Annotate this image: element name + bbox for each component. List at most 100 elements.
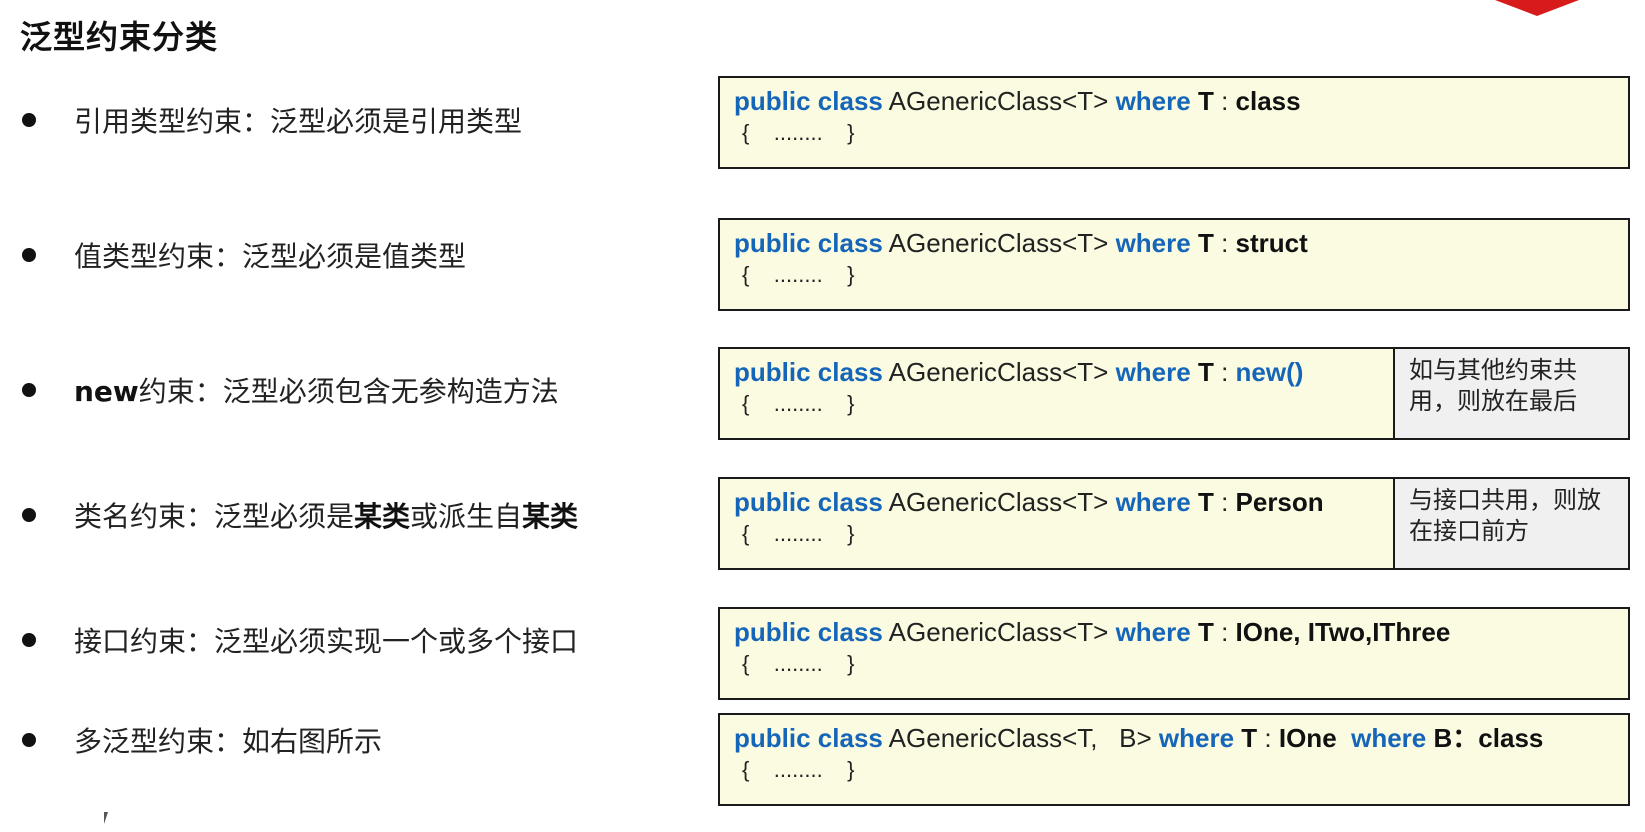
keyword: where	[1115, 487, 1191, 517]
keyword: class	[817, 357, 883, 387]
code-body: { ........ }	[742, 651, 855, 676]
bullet-reference-type: 引用类型约束：泛型必须是引用类型	[22, 100, 522, 140]
bullet-dot-icon	[22, 383, 36, 397]
code-declaration: public class AGenericClass<T> where T : …	[734, 485, 1393, 519]
code-box-interface-constraint: public class AGenericClass<T> where T : …	[718, 607, 1630, 700]
bullet-text: 类名约束：泛型必须是某类或派生自某类	[74, 495, 578, 535]
bullet-text-bold: 某类	[522, 500, 579, 533]
code-body: { ........ }	[742, 521, 855, 546]
colon: :	[1213, 617, 1236, 647]
keyword: where	[1351, 723, 1427, 753]
colon: :	[1213, 228, 1236, 258]
bullet-text-part: 类名约束：泛型必须是	[74, 500, 355, 533]
code-content: public class AGenericClass<T, B> where T…	[720, 715, 1628, 804]
code-box-class-constraint: public class AGenericClass<T> where T : …	[718, 76, 1630, 169]
keyword: where	[1115, 617, 1191, 647]
slide-title: 泛型约束分类	[20, 18, 219, 56]
bullet-dot-icon	[22, 633, 36, 647]
keyword: public	[734, 487, 811, 517]
bullet-text: 值类型约束：泛型必须是值类型	[74, 235, 466, 275]
code-box-classname-constraint: public class AGenericClass<T> where T : …	[718, 477, 1630, 570]
code-content: public class AGenericClass<T> where T : …	[720, 78, 1628, 167]
code-declaration: public class AGenericClass<T> where T : …	[734, 84, 1628, 118]
keyword: public	[734, 357, 811, 387]
keyword: class	[817, 617, 883, 647]
colon: ：	[1452, 723, 1479, 753]
code-box-multi-constraint: public class AGenericClass<T, B> where T…	[718, 713, 1630, 806]
keyword: where	[1115, 357, 1191, 387]
code-content: public class AGenericClass<T> where T : …	[720, 609, 1628, 698]
constraint: struct	[1235, 228, 1308, 258]
bullet-class-name: 类名约束：泛型必须是某类或派生自某类	[22, 495, 578, 535]
keyword: where	[1158, 723, 1235, 753]
bullet-text: new约束：泛型必须包含无参构造方法	[74, 370, 559, 410]
note-new-constraint: 如与其他约束共用，则放在最后	[1393, 349, 1628, 438]
constraint: IOne	[1278, 723, 1337, 753]
colon: :	[1213, 86, 1236, 116]
bullet-interface: 接口约束：泛型必须实现一个或多个接口	[22, 620, 578, 660]
colon: :	[1213, 357, 1236, 387]
code-declaration: public class AGenericClass<T, B> where T…	[734, 721, 1628, 755]
constraint: class	[1478, 723, 1544, 753]
bullet-text-bold: new	[74, 375, 139, 408]
keyword: public	[734, 723, 811, 753]
keyword: where	[1115, 86, 1191, 116]
bullet-text-part: 或派生自	[410, 500, 523, 533]
code-body: { ........ }	[742, 120, 855, 145]
bullet-new-constraint: new约束：泛型必须包含无参构造方法	[22, 370, 559, 410]
bullet-multi-generic: 多泛型约束：如右图所示	[22, 720, 382, 760]
bullet-text-part: 引用类型约束：泛型必须是引用类型	[74, 105, 523, 138]
keyword: class	[817, 723, 883, 753]
type-param: T	[1197, 617, 1214, 647]
code-declaration: public class AGenericClass<T> where T : …	[734, 615, 1628, 649]
bullet-text-part: 接口约束：泛型必须实现一个或多个接口	[74, 625, 579, 658]
code-box-struct-constraint: public class AGenericClass<T> where T : …	[718, 218, 1630, 311]
keyword: public	[734, 228, 811, 258]
note-classname-constraint: 与接口共用，则放在接口前方	[1393, 479, 1628, 568]
keyword: public	[734, 617, 811, 647]
type-param: T	[1241, 723, 1258, 753]
bullet-text: 多泛型约束：如右图所示	[74, 720, 382, 760]
bullet-text-bold: 某类	[354, 500, 411, 533]
keyword: class	[817, 86, 883, 116]
code-body: { ........ }	[742, 391, 855, 416]
type-param: T	[1197, 357, 1214, 387]
code-body: { ........ }	[742, 757, 855, 782]
corner-decoration	[1495, 0, 1579, 16]
class-name: AGenericClass<T>	[888, 228, 1109, 258]
constraint: IOne, ITwo,IThree	[1235, 617, 1451, 647]
bullet-text: 接口约束：泛型必须实现一个或多个接口	[74, 620, 578, 660]
bullet-text-part: 值类型约束：泛型必须是值类型	[74, 240, 467, 273]
mouse-cursor-icon	[104, 812, 108, 824]
code-content: public class AGenericClass<T> where T : …	[720, 349, 1393, 438]
code-box-new-constraint: public class AGenericClass<T> where T : …	[718, 347, 1630, 440]
keyword: public	[734, 86, 811, 116]
bullet-text-part: 约束：泛型必须包含无参构造方法	[138, 375, 559, 408]
colon: :	[1257, 723, 1279, 753]
constraint: class	[1235, 86, 1301, 116]
constraint: Person	[1235, 487, 1324, 517]
class-name: AGenericClass<T>	[888, 617, 1109, 647]
code-declaration: public class AGenericClass<T> where T : …	[734, 226, 1628, 260]
class-name: AGenericClass<T>	[888, 86, 1109, 116]
colon: :	[1213, 487, 1236, 517]
type-param: T	[1197, 487, 1214, 517]
class-name: AGenericClass<T>	[888, 487, 1109, 517]
type-param: T	[1197, 86, 1214, 116]
bullet-dot-icon	[22, 508, 36, 522]
bullet-dot-icon	[22, 733, 36, 747]
code-body: { ........ }	[742, 262, 855, 287]
type-param: B	[1433, 723, 1453, 753]
bullet-text-part: 多泛型约束：如右图所示	[74, 725, 383, 758]
bullet-value-type: 值类型约束：泛型必须是值类型	[22, 235, 466, 275]
type-param: T	[1197, 228, 1214, 258]
keyword: class	[817, 487, 883, 517]
bullet-dot-icon	[22, 248, 36, 262]
code-content: public class AGenericClass<T> where T : …	[720, 220, 1628, 309]
keyword: where	[1115, 228, 1191, 258]
keyword: class	[817, 228, 883, 258]
bullet-dot-icon	[22, 113, 36, 127]
constraint: new()	[1235, 357, 1304, 387]
code-declaration: public class AGenericClass<T> where T : …	[734, 355, 1393, 389]
class-name: AGenericClass<T>	[888, 357, 1109, 387]
